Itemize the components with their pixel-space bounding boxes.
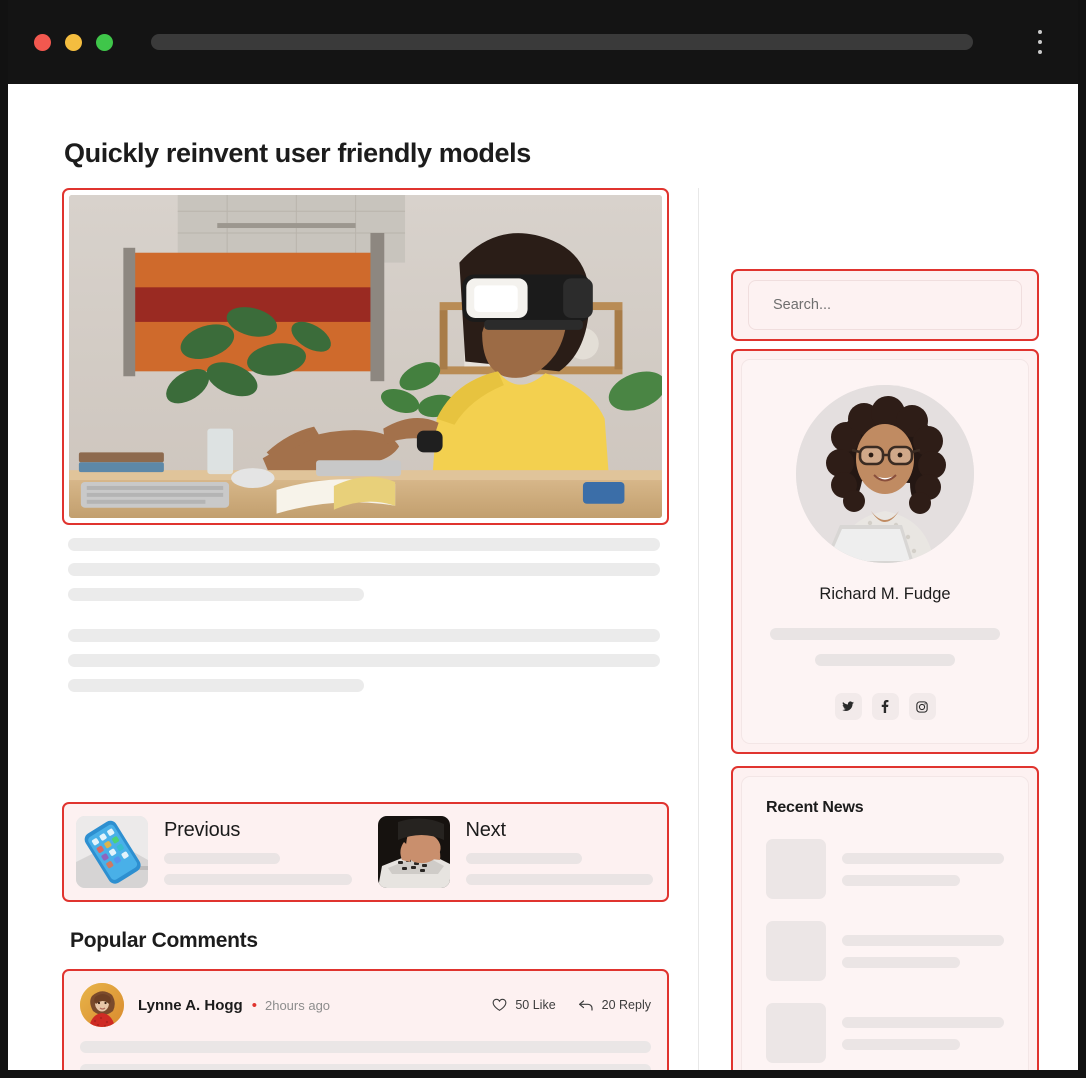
twitter-icon[interactable] bbox=[835, 693, 862, 720]
skeleton-line bbox=[842, 1017, 1004, 1028]
previous-post-label: Previous bbox=[164, 819, 352, 842]
like-count-label: 50 Like bbox=[515, 998, 555, 1012]
skeleton-line bbox=[68, 588, 364, 601]
previous-post-thumbnail bbox=[76, 816, 148, 888]
search-input[interactable]: Search... bbox=[748, 280, 1022, 330]
author-social-links bbox=[835, 693, 936, 720]
skeleton-line bbox=[842, 853, 1004, 864]
skeleton-line bbox=[770, 628, 1000, 640]
skeleton-line bbox=[842, 935, 1004, 946]
maximize-window-button[interactable] bbox=[96, 34, 113, 51]
skeleton-line bbox=[80, 1041, 651, 1053]
browser-titlebar bbox=[0, 0, 1086, 84]
skeleton-line bbox=[164, 853, 280, 864]
avatar bbox=[80, 983, 124, 1027]
reply-button[interactable]: 20 Reply bbox=[578, 998, 651, 1012]
reply-count-label: 20 Reply bbox=[602, 998, 651, 1012]
skeleton-line bbox=[68, 629, 660, 642]
news-thumbnail bbox=[766, 921, 826, 981]
skeleton-line bbox=[68, 679, 364, 692]
address-bar[interactable] bbox=[151, 34, 973, 50]
skeleton-line bbox=[466, 874, 654, 885]
author-photo bbox=[796, 385, 974, 563]
next-post-link[interactable]: Next bbox=[366, 804, 668, 900]
facebook-icon[interactable] bbox=[872, 693, 899, 720]
hero-image bbox=[69, 195, 662, 518]
post-navigation: Previous bbox=[62, 802, 669, 902]
news-text-skeleton bbox=[842, 935, 1004, 968]
article-paragraph-2 bbox=[68, 629, 660, 692]
skeleton-line bbox=[842, 875, 960, 886]
search-widget: Search... bbox=[731, 269, 1039, 341]
skeleton-line bbox=[815, 654, 955, 666]
page-title: Quickly reinvent user friendly models bbox=[64, 138, 531, 169]
previous-post-body: Previous bbox=[164, 819, 366, 885]
skeleton-line bbox=[164, 874, 352, 885]
news-text-skeleton bbox=[842, 853, 1004, 886]
skeleton-line bbox=[842, 1039, 960, 1050]
comment-body-skeleton bbox=[80, 1041, 651, 1078]
heart-icon bbox=[492, 998, 507, 1012]
hero-image-frame[interactable] bbox=[62, 188, 669, 525]
author-widget-inner: Richard M. Fudge bbox=[741, 359, 1029, 744]
comment-actions: 50 Like 20 Reply bbox=[492, 998, 651, 1012]
skeleton-line bbox=[68, 563, 660, 576]
author-name: Richard M. Fudge bbox=[819, 585, 950, 604]
skeleton-line bbox=[466, 853, 582, 864]
recent-news-widget: Recent News bbox=[731, 766, 1039, 1078]
comment-timestamp: 2hours ago bbox=[265, 998, 330, 1013]
skeleton-line bbox=[68, 654, 660, 667]
kebab-menu-icon[interactable] bbox=[1038, 30, 1042, 54]
comment-item: Lynne A. Hogg • 2hours ago 50 Like bbox=[62, 969, 669, 1078]
close-window-button[interactable] bbox=[34, 34, 51, 51]
article-paragraph-1 bbox=[68, 538, 660, 601]
traffic-lights bbox=[34, 34, 113, 51]
list-item[interactable] bbox=[766, 839, 1004, 899]
column-divider bbox=[698, 188, 699, 1078]
recent-news-heading: Recent News bbox=[766, 799, 1004, 817]
comment-author: Lynne A. Hogg bbox=[138, 997, 243, 1014]
skeleton-line bbox=[68, 538, 660, 551]
news-text-skeleton bbox=[842, 1017, 1004, 1050]
news-thumbnail bbox=[766, 839, 826, 899]
next-post-body: Next bbox=[466, 819, 668, 885]
comments-heading: Popular Comments bbox=[70, 929, 258, 953]
list-item[interactable] bbox=[766, 1003, 1004, 1063]
author-widget: Richard M. Fudge bbox=[731, 349, 1039, 754]
next-post-label: Next bbox=[466, 819, 654, 842]
comment-separator: • bbox=[252, 998, 257, 1013]
next-post-thumbnail bbox=[378, 816, 450, 888]
like-button[interactable]: 50 Like bbox=[492, 998, 555, 1012]
list-item[interactable] bbox=[766, 921, 1004, 981]
previous-post-link[interactable]: Previous bbox=[64, 804, 366, 900]
recent-news-inner: Recent News bbox=[741, 776, 1029, 1078]
page-content: Quickly reinvent user friendly models bbox=[8, 84, 1078, 1078]
news-thumbnail bbox=[766, 1003, 826, 1063]
minimize-window-button[interactable] bbox=[65, 34, 82, 51]
skeleton-line bbox=[80, 1064, 651, 1076]
browser-window: Quickly reinvent user friendly models bbox=[0, 0, 1086, 1078]
comment-header: Lynne A. Hogg • 2hours ago 50 Like bbox=[80, 983, 651, 1027]
skeleton-line bbox=[842, 957, 960, 968]
instagram-icon[interactable] bbox=[909, 693, 936, 720]
reply-arrow-icon bbox=[578, 998, 594, 1012]
